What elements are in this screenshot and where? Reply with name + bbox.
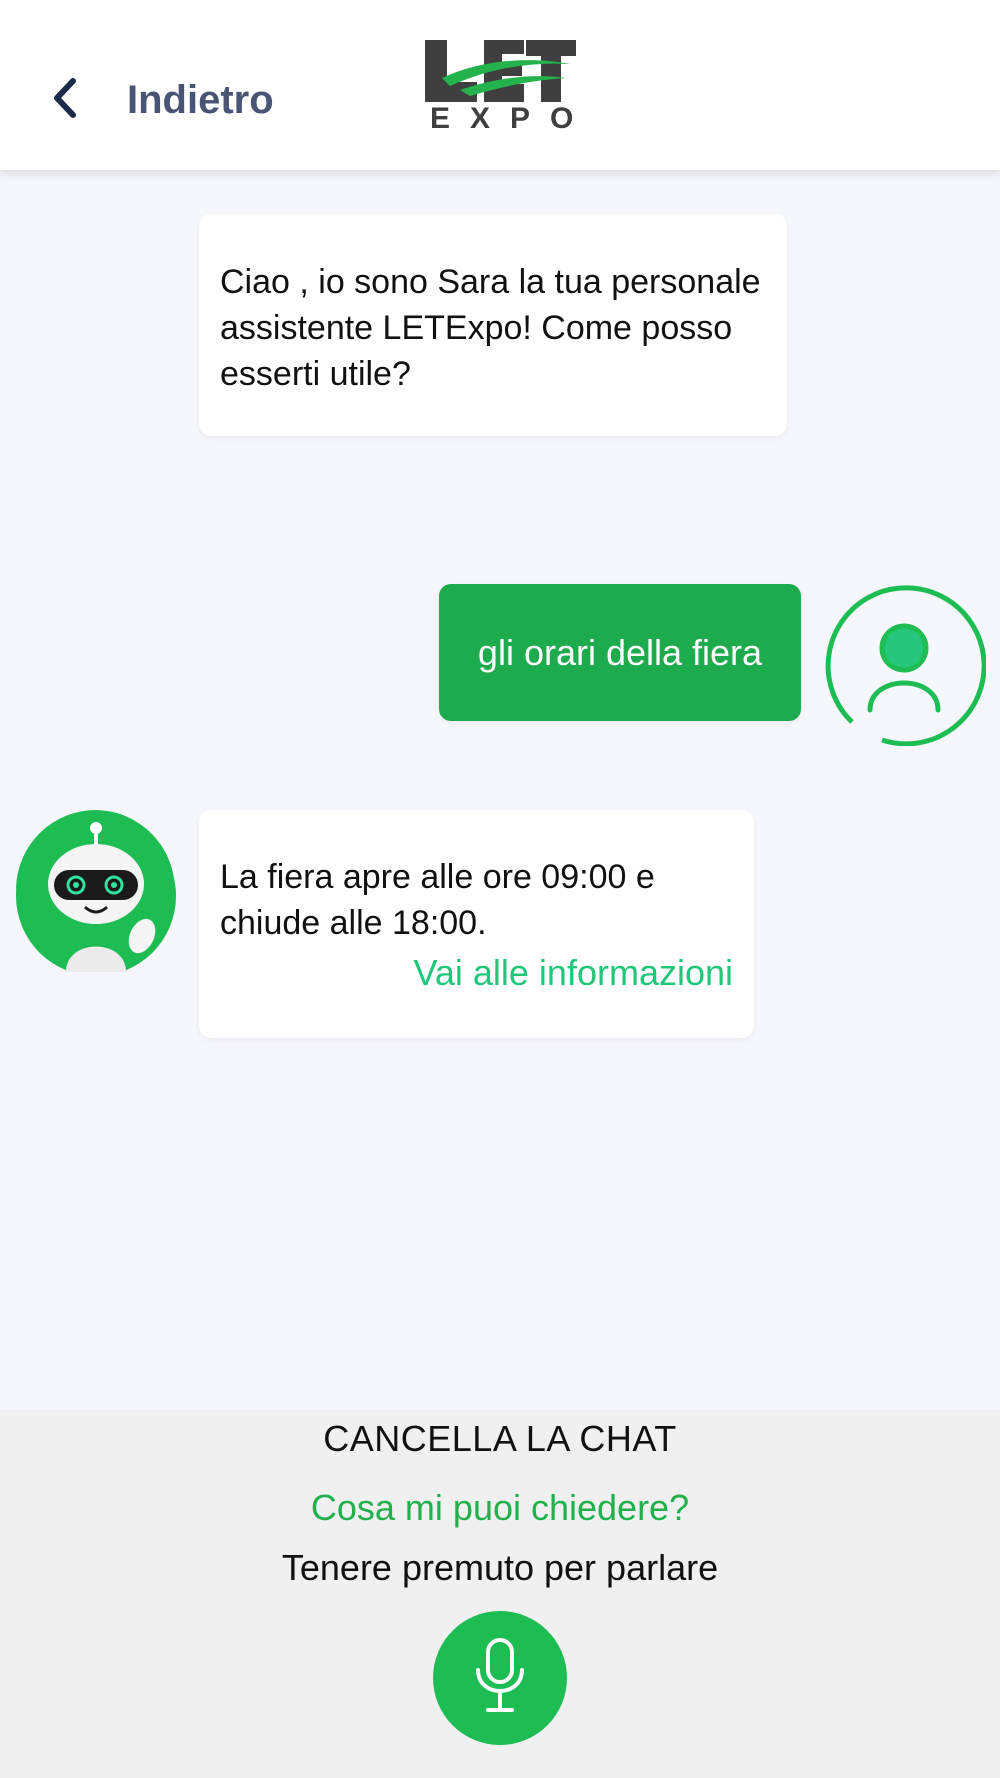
chevron-left-icon bbox=[45, 73, 85, 128]
message-text: La fiera apre alle ore 09:00 e chiude al… bbox=[220, 858, 655, 942]
message-text: Ciao , io sono Sara la tua personale ass… bbox=[220, 263, 761, 393]
logo-subtext: EXPO bbox=[430, 102, 594, 135]
user-avatar-icon bbox=[822, 582, 987, 747]
clear-chat-button[interactable]: CANCELLA LA CHAT bbox=[0, 1418, 1000, 1460]
bot-message: Ciao , io sono Sara la tua personale ass… bbox=[199, 214, 787, 436]
bot-message: La fiera apre alle ore 09:00 e chiude al… bbox=[199, 810, 754, 1038]
hold-to-talk-label: Tenere premuto per parlare bbox=[281, 1547, 719, 1588]
back-button[interactable]: Indietro bbox=[45, 60, 274, 140]
microphone-icon bbox=[470, 1636, 530, 1721]
letexpo-logo: EXPO bbox=[420, 38, 580, 138]
back-label: Indietro bbox=[127, 77, 274, 122]
header-bar: Indietro EXPO bbox=[0, 0, 1000, 170]
what-can-i-ask-link[interactable]: Cosa mi puoi chiedere? bbox=[0, 1487, 1000, 1529]
bot-avatar-icon bbox=[14, 808, 178, 976]
microphone-button[interactable] bbox=[433, 1611, 567, 1745]
message-text: gli orari della fiera bbox=[477, 631, 763, 673]
info-link[interactable]: Vai alle informazioni bbox=[220, 950, 733, 996]
user-message: gli orari della fiera bbox=[439, 584, 801, 721]
